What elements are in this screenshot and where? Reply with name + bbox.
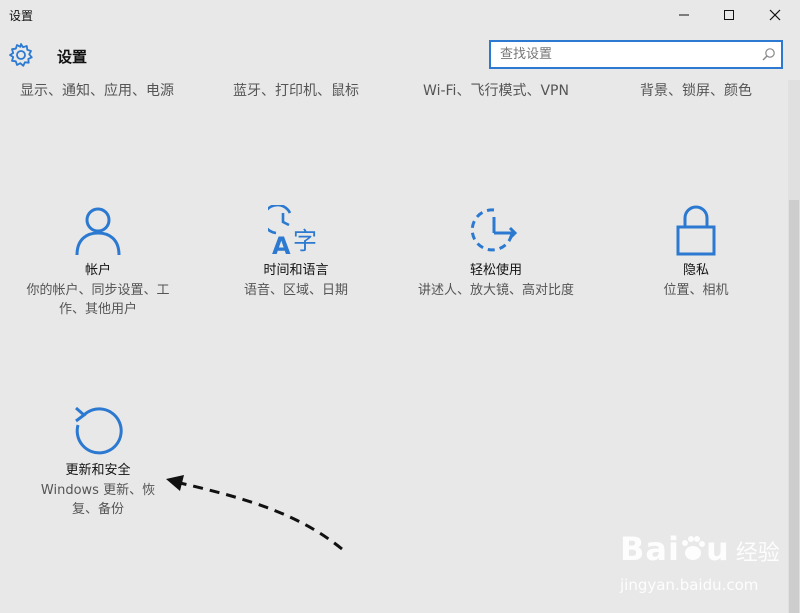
search-icon[interactable]	[761, 47, 776, 62]
person-icon	[75, 207, 121, 256]
category-desc: Wi-Fi、飞行模式、VPN	[423, 83, 569, 99]
tile-desc: 语音、区域、日期	[243, 283, 348, 298]
category-desc: 显示、通知、应用、电源	[20, 83, 174, 99]
watermark-brand-suffix: u	[705, 530, 730, 568]
lock-icon	[676, 205, 716, 256]
tile-privacy[interactable]: 隐私 位置、相机	[596, 205, 796, 300]
tile-desc: 位置、相机	[663, 283, 729, 298]
category-network[interactable]: Wi-Fi、飞行模式、VPN	[401, 82, 591, 100]
window-title: 设置	[9, 9, 34, 23]
watermark-url: jingyan.baidu.com	[620, 576, 759, 594]
category-personalization[interactable]: 背景、锁屏、颜色	[601, 82, 791, 100]
paw-icon	[681, 536, 705, 560]
close-icon	[769, 9, 781, 21]
category-system[interactable]: 显示、通知、应用、电源	[2, 82, 192, 100]
tile-desc: 讲述人、放大镜、高对比度	[417, 283, 574, 298]
language-char-glyph: 字	[293, 227, 317, 255]
tile-desc: 你的帐户、同步设置、工作、其他用户	[26, 283, 170, 317]
tile-name: 隐私	[682, 263, 709, 278]
minimize-button[interactable]	[661, 0, 707, 30]
search-input[interactable]	[491, 42, 765, 67]
maximize-icon	[724, 10, 734, 20]
clock-language-icon: A 字	[268, 205, 317, 257]
gear-icon	[9, 43, 33, 67]
maximize-button[interactable]	[706, 0, 752, 30]
tile-desc: Windows 更新、恢复、备份	[40, 483, 156, 517]
page-title: 设置	[57, 48, 88, 66]
baidu-watermark: Bai u 经验 jingyan.baidu.com	[620, 530, 800, 610]
close-button[interactable]	[752, 0, 798, 30]
tile-name: 帐户	[84, 263, 111, 278]
category-devices[interactable]: 蓝牙、打印机、鼠标	[201, 82, 391, 100]
tile-ease-of-access[interactable]: 轻松使用 讲述人、放大镜、高对比度	[396, 205, 596, 300]
minimize-icon	[679, 14, 689, 16]
update-icon	[75, 406, 123, 455]
tile-name: 轻松使用	[469, 263, 522, 278]
watermark-cn: 经验	[735, 541, 780, 566]
svg-text:A: A	[272, 232, 291, 257]
category-desc: 背景、锁屏、颜色	[640, 83, 752, 99]
ease-of-access-icon	[470, 208, 518, 252]
category-desc: 蓝牙、打印机、鼠标	[233, 83, 359, 99]
search-box[interactable]	[489, 40, 783, 69]
tile-time-language[interactable]: A 字 时间和语言 语音、区域、日期	[196, 205, 396, 300]
tile-name: 时间和语言	[263, 263, 329, 278]
annotation-arrow	[166, 475, 343, 551]
tile-accounts[interactable]: 帐户 你的帐户、同步设置、工作、其他用户	[0, 205, 198, 319]
watermark-brand: Bai	[620, 530, 680, 568]
